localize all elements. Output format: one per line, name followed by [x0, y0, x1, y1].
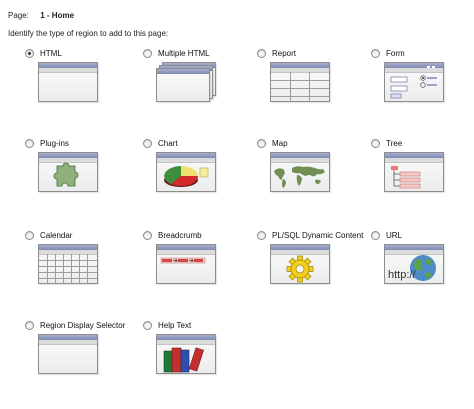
region-report-label: Report [272, 48, 297, 58]
region-plugins-label: Plug-ins [40, 138, 69, 148]
region-option-multiple-html[interactable]: Multiple HTML [128, 46, 240, 134]
region-url-radio[interactable] [371, 230, 380, 240]
region-tree-radio[interactable] [371, 138, 380, 148]
region-multiple-html-label: Multiple HTML [158, 48, 210, 58]
tree-icon[interactable] [384, 152, 444, 192]
region-html-label: HTML [40, 48, 62, 58]
region-multiple-html-radio[interactable] [143, 48, 152, 58]
region-help-text-label: Help Text [158, 320, 192, 330]
multiple-windows-icon[interactable] [156, 62, 216, 102]
region-option-help-text[interactable]: Help Text [128, 318, 240, 406]
region-form-label: Form [386, 48, 405, 58]
url-thumb-text: http:// [388, 269, 416, 281]
books-icon[interactable] [156, 334, 216, 374]
pie-chart-icon[interactable] [156, 152, 216, 192]
region-map-label: Map [272, 138, 288, 148]
region-display-selector-label: Region Display Selector [40, 320, 126, 330]
page-label: Page: [8, 11, 29, 20]
page-indicator: Page: 1 - Home [8, 10, 74, 22]
globe-url-icon[interactable]: http:// [384, 244, 444, 284]
region-html-radio[interactable] [25, 48, 34, 58]
puzzle-icon[interactable] [38, 152, 98, 192]
region-plugins-radio[interactable] [25, 138, 34, 148]
region-calendar-label: Calendar [40, 230, 73, 240]
instruction-text: Identify the type of region to add to th… [8, 29, 169, 38]
region-selector-window-icon[interactable] [38, 334, 98, 374]
region-option-plugins[interactable]: Plug-ins [10, 136, 122, 224]
region-option-form[interactable]: Form [356, 46, 468, 134]
report-table-icon[interactable] [270, 62, 330, 102]
breadcrumb-icon[interactable] [156, 244, 216, 284]
region-help-text-radio[interactable] [143, 320, 152, 330]
region-display-selector-radio[interactable] [25, 320, 34, 330]
region-option-tree[interactable]: Tree [356, 136, 468, 224]
region-url-label: URL [386, 230, 403, 240]
region-plsql-radio[interactable] [257, 230, 266, 240]
region-form-radio[interactable] [371, 48, 380, 58]
region-plsql-label: PL/SQL Dynamic Content [272, 230, 364, 240]
region-option-html[interactable]: HTML [10, 46, 122, 134]
region-map-radio[interactable] [257, 138, 266, 148]
region-option-map[interactable]: Map [242, 136, 354, 224]
form-icon[interactable] [384, 62, 444, 102]
page-value: 1 - Home [40, 11, 75, 20]
region-option-report[interactable]: Report [242, 46, 354, 134]
region-breadcrumb-label: Breadcrumb [158, 230, 202, 240]
region-calendar-radio[interactable] [25, 230, 34, 240]
calendar-icon[interactable] [38, 244, 98, 284]
region-chart-label: Chart [158, 138, 178, 148]
html-window-icon[interactable] [38, 62, 98, 102]
gear-icon[interactable] [270, 244, 330, 284]
region-option-chart[interactable]: Chart [128, 136, 240, 224]
region-report-radio[interactable] [257, 48, 266, 58]
region-breadcrumb-radio[interactable] [143, 230, 152, 240]
region-chart-radio[interactable] [143, 138, 152, 148]
region-option-breadcrumb[interactable]: Breadcrumb [128, 228, 240, 316]
region-option-region-display-selector[interactable]: Region Display Selector [10, 318, 126, 406]
region-tree-label: Tree [386, 138, 403, 148]
region-option-url[interactable]: URL http:// [356, 228, 468, 316]
region-option-calendar[interactable]: Calendar [10, 228, 122, 316]
region-option-plsql[interactable]: PL/SQL Dynamic Content [242, 228, 363, 316]
world-map-icon[interactable] [270, 152, 330, 192]
